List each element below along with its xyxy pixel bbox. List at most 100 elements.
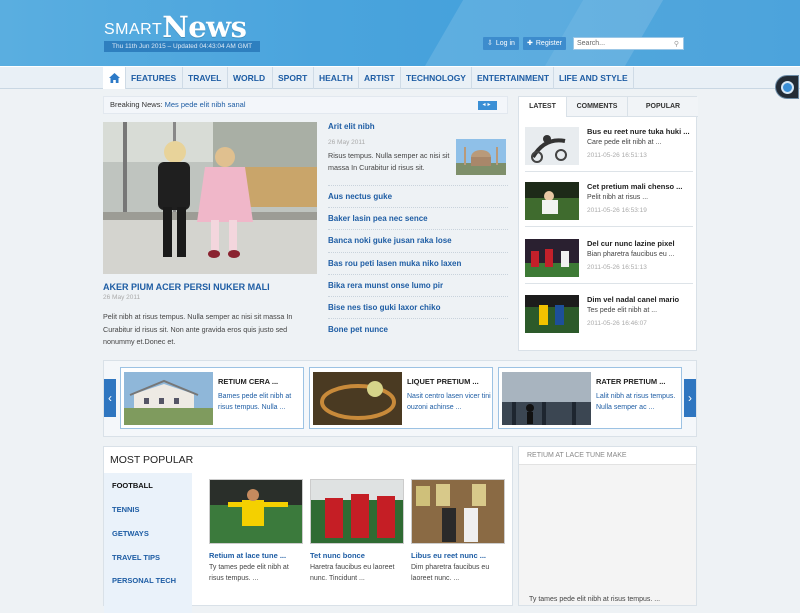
- carousel-card[interactable]: RATER PRETIUM ... Lalit nibh at risus te…: [498, 367, 682, 429]
- carousel-card[interactable]: RETIUM CERA ... Bames pede elit nibh at …: [120, 367, 304, 429]
- tab-item-title[interactable]: Del cur nunc lazine pixel: [587, 239, 675, 248]
- category-personal-tech[interactable]: PERSONAL TECH: [112, 576, 176, 585]
- nav-entertainment[interactable]: ENTERTAINMENT: [471, 67, 554, 89]
- nav-life-and-style[interactable]: LIFE AND STYLE: [553, 67, 634, 89]
- login-icon: ⇩: [487, 40, 493, 47]
- nav-sport[interactable]: SPORT: [272, 67, 312, 89]
- popular-item-desc: Haretra faucibus eu laoreet nunc. Tincid…: [310, 564, 395, 582]
- most-popular-section: MOST POPULAR FOOTBALL TENNIS GETWAYS TRA…: [103, 446, 513, 613]
- breaking-text[interactable]: Mes pede elit nibh sanal: [165, 100, 246, 109]
- popular-item-title[interactable]: Libus eu reet nunc ...: [411, 551, 505, 560]
- carousel-card-title[interactable]: RETIUM CERA ...: [218, 377, 278, 386]
- feature-description: Pelit nibh at risus tempus. Nulla semper…: [103, 312, 293, 346]
- popular-item-image[interactable]: [310, 479, 404, 544]
- tab-item-image[interactable]: [525, 239, 579, 277]
- search-input[interactable]: Search... ⚲: [573, 37, 684, 50]
- nav-health[interactable]: HEALTH: [313, 67, 358, 89]
- search-icon[interactable]: ⚲: [674, 39, 679, 50]
- feature-image[interactable]: [103, 122, 317, 274]
- category-getways[interactable]: GETWAYS: [112, 529, 149, 538]
- site-logo[interactable]: SMART News: [104, 12, 247, 42]
- featured-carousel: ‹ › RETIUM CERA ... Bames pede elit nibh…: [103, 360, 697, 437]
- carousel-card-desc: Lalit nibh at risus tempus. Nulla semper…: [596, 393, 676, 411]
- right-sidebar-box: RETIUM AT LACE TUNE MAKE Ty tames pede e…: [518, 446, 697, 606]
- search-placeholder: Search...: [577, 40, 606, 47]
- popular-item-title[interactable]: Retium at lace tune ...: [209, 551, 303, 560]
- register-button[interactable]: ✚ Register: [523, 37, 566, 50]
- category-tennis[interactable]: TENNIS: [112, 505, 140, 514]
- tab-item-date: 2011-05-26 16:51:13: [587, 152, 647, 159]
- nav-features[interactable]: FEATURES: [125, 67, 181, 89]
- list-item[interactable]: Bone pet nunce: [328, 318, 508, 340]
- popular-item-image[interactable]: [209, 479, 303, 544]
- login-button[interactable]: ⇩ Log in: [483, 37, 519, 50]
- list-item[interactable]: Bika rera munst onse lumo pir: [328, 273, 508, 296]
- list-item[interactable]: Bise nes tiso guki laxor chiko: [328, 295, 508, 318]
- popular-categories: FOOTBALL TENNIS GETWAYS TRAVEL TIPS PERS…: [104, 473, 192, 613]
- tab-item-desc: Bian pharetra faucibus eu ...: [587, 251, 675, 258]
- tab-item-desc: Care pede elit nibh at ...: [587, 139, 662, 146]
- login-label: Log in: [495, 40, 515, 47]
- register-label: Register: [535, 40, 562, 47]
- carousel-card-desc: Bames pede elit nibh at risus tempus. Nu…: [218, 393, 292, 411]
- popular-item[interactable]: Tet nunc bonce Haretra faucibus eu laore…: [310, 479, 404, 584]
- tab-list-item[interactable]: Del cur nunc lazine pixel Bian pharetra …: [525, 239, 693, 284]
- list-item[interactable]: Baker lasin pea nec sence: [328, 207, 508, 229]
- category-football[interactable]: FOOTBALL: [112, 481, 153, 490]
- tab-item-desc: Pelit nibh at risus ...: [587, 194, 649, 201]
- breaking-label: Breaking News:: [110, 100, 163, 109]
- popular-item[interactable]: Libus eu reet nunc ... Dim pharetra fauc…: [411, 479, 505, 584]
- tab-list-item[interactable]: Dim vel nadal canel mario Tes pede elit …: [525, 295, 693, 340]
- nav-world[interactable]: WORLD: [227, 67, 270, 89]
- carousel-card[interactable]: LIQUET PRETIUM ... Nasit centro lasen vi…: [309, 367, 493, 429]
- tab-item-image[interactable]: [525, 182, 579, 220]
- carousel-card-title[interactable]: LIQUET PRETIUM ...: [407, 377, 479, 386]
- popular-item-desc: Dim pharetra faucibus eu laoreet nunc. .…: [411, 564, 490, 582]
- logo-smart: SMART: [104, 21, 163, 38]
- tab-latest[interactable]: LATEST: [519, 97, 567, 117]
- article-first-date: 26 May 2011: [328, 139, 366, 146]
- style-switcher-toggle[interactable]: [775, 75, 799, 99]
- home-icon[interactable]: [103, 67, 125, 89]
- carousel-next-icon[interactable]: ›: [684, 379, 696, 417]
- feature-title[interactable]: AKER PIUM ACER PERSI NUKER MALI: [103, 282, 317, 292]
- main-nav: FEATURES TRAVEL WORLD SPORT HEALTH ARTIS…: [0, 66, 800, 89]
- tab-item-image[interactable]: [525, 295, 579, 333]
- article-list: Aus nectus guke Baker lasin pea nec senc…: [328, 185, 508, 340]
- tab-list-item[interactable]: Cet pretium mali chenso ... Pelit nibh a…: [525, 182, 693, 227]
- category-travel-tips[interactable]: TRAVEL TIPS: [112, 553, 160, 562]
- carousel-card-image[interactable]: [502, 372, 591, 425]
- tab-popular[interactable]: POPULAR: [628, 97, 698, 117]
- nav-travel[interactable]: TRAVEL: [182, 67, 226, 89]
- nav-technology[interactable]: TECHNOLOGY: [400, 67, 471, 89]
- tab-item-date: 2011-05-26 16:53:19: [587, 207, 647, 214]
- tab-item-image[interactable]: [525, 127, 579, 165]
- tab-item-title[interactable]: Bus eu reet nure tuka huki ...: [587, 127, 690, 136]
- tab-item-date: 2011-05-26 16:51:13: [587, 264, 647, 271]
- article-first-thumbnail[interactable]: [456, 139, 506, 175]
- date-line: Thu 11th Jun 2015 – Updated 04:43:04 AM …: [104, 41, 261, 52]
- popular-item[interactable]: Retium at lace tune ... Ty tames pede el…: [209, 479, 303, 584]
- tab-item-date: 2011-05-26 16:46:07: [587, 320, 647, 327]
- nav-artist[interactable]: ARTIST: [358, 67, 400, 89]
- popular-item-image[interactable]: [411, 479, 505, 544]
- article-first-desc: Risus tempus. Nulla semper ac nisi sit m…: [328, 151, 450, 172]
- carousel-card-title[interactable]: RATER PRETIUM ...: [596, 377, 665, 386]
- register-icon: ✚: [527, 40, 533, 47]
- feature-date: 26 May 2011: [103, 294, 141, 301]
- tab-item-title[interactable]: Dim vel nadal canel mario: [587, 295, 679, 304]
- carousel-prev-icon[interactable]: ‹: [104, 379, 116, 417]
- tab-item-title[interactable]: Cet pretium mali chenso ...: [587, 182, 682, 191]
- carousel-card-desc: Nasit centro lasen vicer tini ouzoni ach…: [407, 393, 491, 411]
- list-item[interactable]: Bas rou peti lasen muka niko laxen: [328, 251, 508, 274]
- list-item[interactable]: Banca noki guke jusan raka lose: [328, 229, 508, 251]
- carousel-card-image[interactable]: [124, 372, 213, 425]
- list-item[interactable]: Aus nectus guke: [328, 185, 508, 207]
- breaking-nav-arrows[interactable]: ◂▸: [478, 101, 497, 110]
- article-first-title[interactable]: Arit elit nibh: [328, 122, 375, 131]
- popular-item-title[interactable]: Tet nunc bonce: [310, 551, 404, 560]
- tab-comments[interactable]: COMMENTS: [567, 97, 628, 117]
- tab-item-desc: Tes pede elit nibh at ...: [587, 307, 658, 314]
- tab-list-item[interactable]: Bus eu reet nure tuka huki ... Care pede…: [525, 127, 693, 172]
- carousel-card-image[interactable]: [313, 372, 402, 425]
